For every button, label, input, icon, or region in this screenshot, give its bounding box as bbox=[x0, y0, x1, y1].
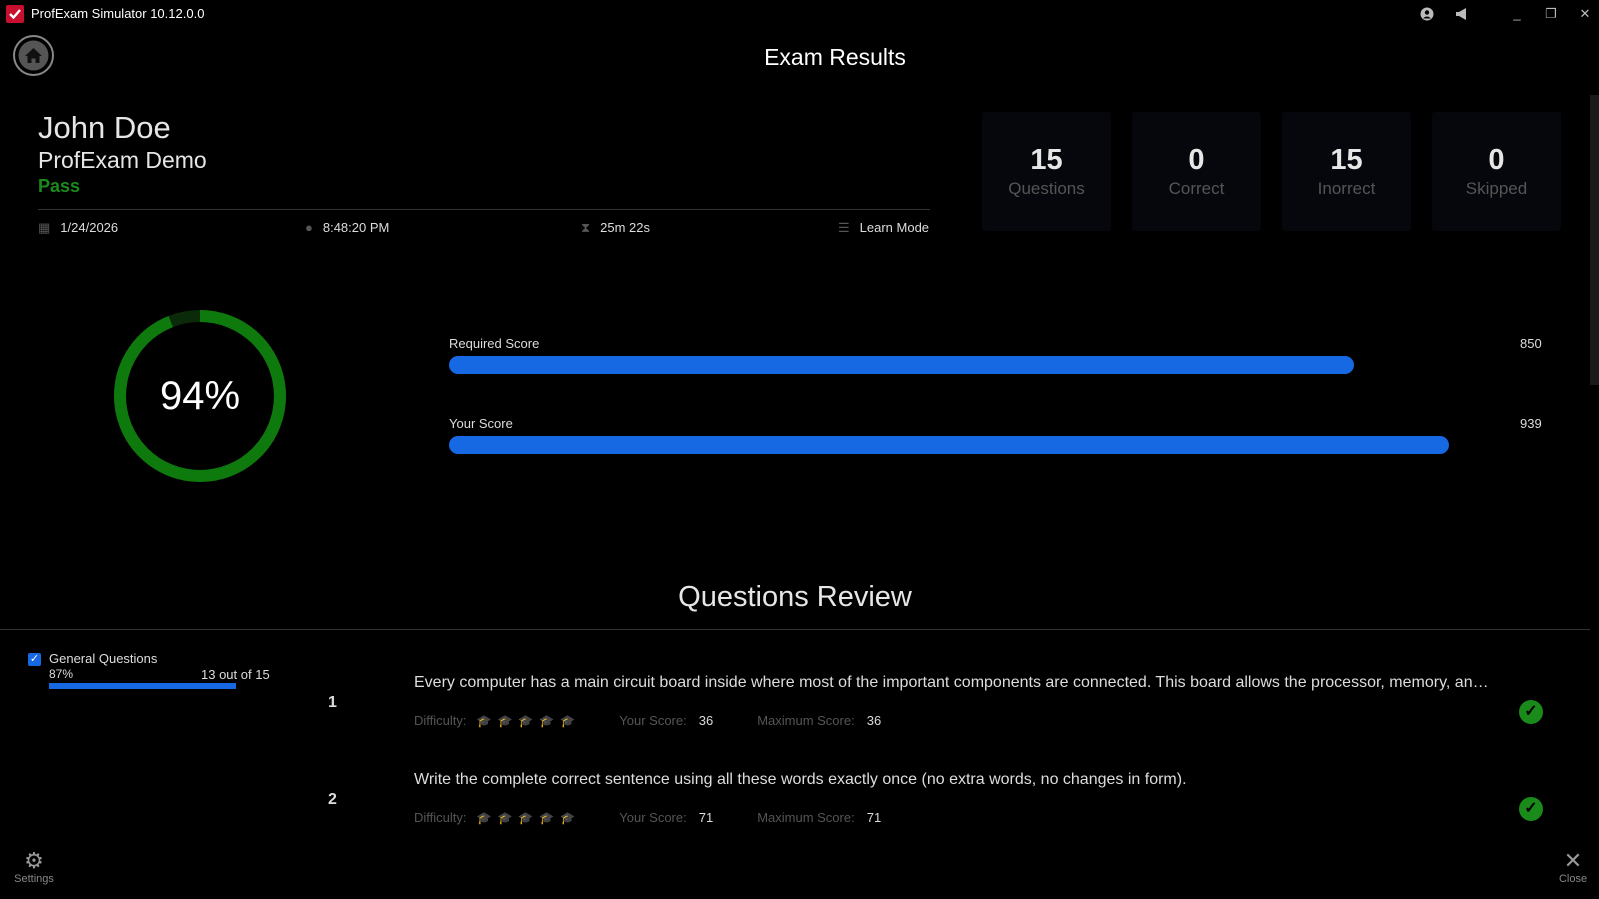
graduation-cap-icon: 🎓 bbox=[518, 811, 534, 825]
score-percent: 94% bbox=[160, 374, 240, 418]
question-text[interactable]: Every computer has a main circuit board … bbox=[414, 674, 1489, 692]
calendar-icon: ▦ bbox=[38, 220, 51, 235]
your-score-label: Your Score: bbox=[619, 810, 687, 825]
stat-correct: 0 Correct bbox=[1132, 112, 1261, 231]
megaphone-icon[interactable] bbox=[1449, 4, 1475, 24]
graduation-cap-icon: 🎓 bbox=[476, 811, 492, 825]
your-score-label: Your Score: bbox=[619, 713, 687, 728]
candidate-name: John Doe bbox=[38, 110, 171, 145]
required-score-fill bbox=[449, 356, 1354, 374]
stat-value: 0 bbox=[1488, 144, 1505, 176]
mode-info: ☰ Learn Mode bbox=[838, 220, 929, 236]
result-status: Pass bbox=[38, 176, 81, 196]
time-info: ● 8:48:20 PM bbox=[305, 220, 389, 235]
category-count: 13 out of 15 bbox=[201, 667, 270, 682]
max-score-value: 71 bbox=[866, 810, 882, 825]
window-title: ProfExam Simulator 10.12.0.0 bbox=[31, 6, 205, 21]
stat-skipped: 0 Skipped bbox=[1432, 112, 1561, 231]
check-icon: ✓ bbox=[1519, 797, 1543, 821]
stat-label: Correct bbox=[1168, 179, 1225, 198]
time-value: 8:48:20 PM bbox=[322, 220, 390, 235]
settings-label: Settings bbox=[14, 873, 54, 885]
your-score-fill bbox=[449, 436, 1449, 454]
your-score-value: 71 bbox=[698, 810, 714, 825]
category-checkbox[interactable]: ✓ bbox=[28, 653, 41, 666]
exam-name: ProfExam Demo bbox=[38, 147, 207, 173]
category-name: General Questions bbox=[49, 651, 158, 666]
question-meta: Difficulty: 🎓 🎓 🎓 🎓 🎓 Your Score: 36 Maximum… bbox=[414, 713, 881, 728]
graduation-cap-icon: 🎓 bbox=[560, 714, 576, 728]
question-meta: Difficulty: 🎓 🎓 🎓 🎓 🎓 Your Score: 71 Maximum… bbox=[414, 810, 881, 825]
divider bbox=[38, 209, 930, 210]
minimize-button[interactable]: _ bbox=[1504, 4, 1530, 24]
difficulty-rating: 🎓 🎓 🎓 🎓 🎓 bbox=[471, 713, 576, 728]
duration-value: 25m 22s bbox=[600, 220, 651, 235]
check-icon: ✓ bbox=[1519, 700, 1543, 724]
clock-icon: ● bbox=[305, 220, 313, 235]
mode-value: Learn Mode bbox=[859, 220, 930, 235]
page-title: Exam Results bbox=[764, 44, 906, 70]
stat-incorrect: 15 Inorrect bbox=[1282, 112, 1411, 231]
date-info: ▦ 1/24/2026 bbox=[38, 220, 118, 236]
date-value: 1/24/2026 bbox=[60, 220, 119, 235]
hourglass-icon: ⧗ bbox=[581, 220, 591, 235]
question-number: 2 bbox=[328, 791, 337, 808]
stat-value: 0 bbox=[1188, 144, 1205, 176]
category-progress-bar bbox=[49, 683, 237, 689]
app-logo-icon bbox=[6, 5, 24, 23]
graduation-cap-icon: 🎓 bbox=[539, 811, 555, 825]
graduation-cap-icon: 🎓 bbox=[539, 714, 555, 728]
your-score-value: 36 bbox=[698, 713, 714, 728]
question-number: 1 bbox=[328, 694, 337, 711]
category-percent: 87% bbox=[49, 667, 74, 681]
scrollbar[interactable] bbox=[1590, 95, 1599, 385]
review-title: Questions Review bbox=[678, 581, 912, 613]
difficulty-rating: 🎓 🎓 🎓 🎓 🎓 bbox=[471, 810, 576, 825]
window-close-button[interactable]: ✕ bbox=[1572, 4, 1598, 24]
required-score-label: Required Score bbox=[449, 336, 540, 351]
graduation-cap-icon: 🎓 bbox=[560, 811, 576, 825]
score-donut: 94% bbox=[110, 306, 290, 491]
required-score-value: 850 bbox=[1520, 336, 1542, 351]
stat-value: 15 bbox=[1030, 144, 1063, 176]
graduation-cap-icon: 🎓 bbox=[497, 714, 513, 728]
max-score-value: 36 bbox=[866, 713, 882, 728]
graduation-cap-icon: 🎓 bbox=[476, 714, 492, 728]
stat-label: Skipped bbox=[1465, 179, 1528, 198]
divider bbox=[0, 629, 1590, 630]
stat-label: Questions bbox=[1008, 179, 1085, 198]
settings-button[interactable]: ⚙ Settings bbox=[10, 848, 58, 886]
stat-value: 15 bbox=[1330, 144, 1363, 176]
your-score-label: Your Score bbox=[449, 416, 513, 431]
graduation-cap-icon: 🎓 bbox=[497, 811, 513, 825]
your-score-bar bbox=[449, 436, 1449, 454]
stat-questions: 15 Questions bbox=[982, 112, 1111, 231]
max-score-label: Maximum Score: bbox=[757, 713, 855, 728]
gear-icon: ⚙ bbox=[24, 848, 44, 873]
difficulty-label: Difficulty: bbox=[414, 713, 467, 728]
title-bar: ProfExam Simulator 10.12.0.0 _ ❐ ✕ bbox=[0, 0, 1599, 28]
restore-button[interactable]: ❐ bbox=[1538, 4, 1564, 24]
your-score-value: 939 bbox=[1520, 416, 1542, 431]
close-icon: ✕ bbox=[1563, 848, 1583, 873]
user-icon[interactable] bbox=[1414, 4, 1440, 24]
required-score-bar bbox=[449, 356, 1449, 374]
max-score-label: Maximum Score: bbox=[757, 810, 855, 825]
mode-icon: ☰ bbox=[838, 220, 850, 235]
difficulty-label: Difficulty: bbox=[414, 810, 467, 825]
stat-label: Inorrect bbox=[1317, 179, 1376, 198]
duration-info: ⧗ 25m 22s bbox=[581, 220, 650, 236]
close-button[interactable]: ✕ Close bbox=[1551, 848, 1595, 886]
graduation-cap-icon: 🎓 bbox=[518, 714, 534, 728]
question-text[interactable]: Write the complete correct sentence usin… bbox=[414, 771, 1489, 789]
close-label: Close bbox=[1558, 873, 1588, 885]
